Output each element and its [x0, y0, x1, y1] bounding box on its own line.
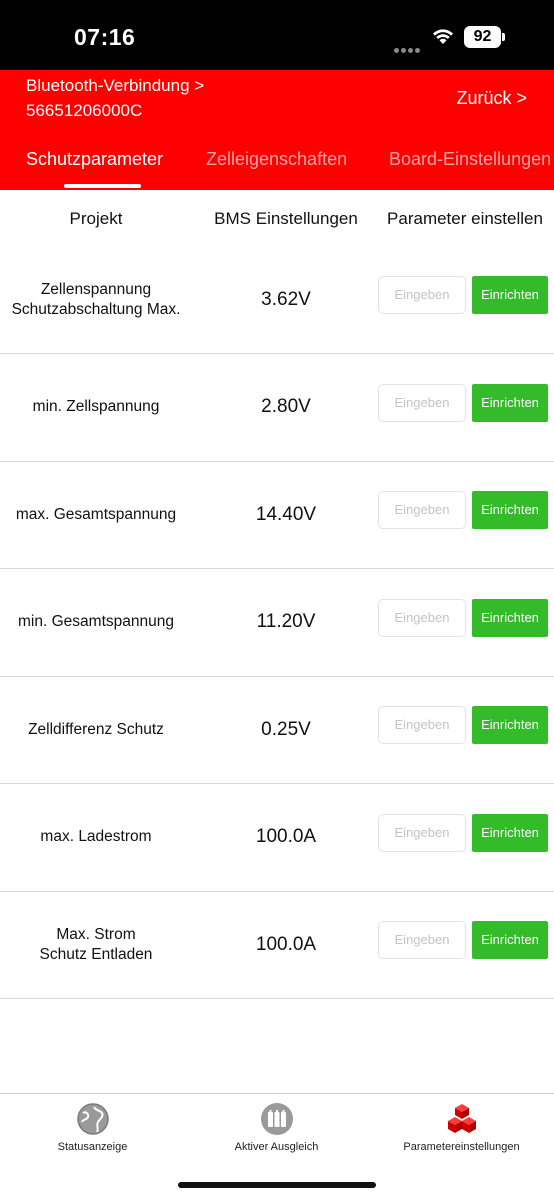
table-row: max. Gesamtspannung 14.40V Eingeben Einr…: [0, 461, 554, 569]
parameter-input[interactable]: Eingeben: [378, 598, 466, 637]
column-header-bms: BMS Einstellungen: [214, 209, 358, 228]
nav-statusanzeige[interactable]: Statusanzeige: [0, 1094, 185, 1164]
parameter-name: Max. Strom Schutz Entladen: [39, 925, 153, 963]
table-row: Zelldifferenz Schutz 0.25V Eingeben Einr…: [0, 676, 554, 784]
nav-label: Aktiver Ausgleich: [234, 1141, 319, 1153]
wifi-icon: [433, 29, 453, 44]
status-bar: 07:16 92: [0, 0, 554, 70]
parameter-input[interactable]: Eingeben: [378, 706, 466, 744]
parameter-name: Zellenspannung Schutzabschaltung Max.: [11, 280, 181, 318]
parameter-input[interactable]: Eingeben: [378, 813, 466, 852]
battery-level: 92: [464, 26, 501, 48]
table-row: Max. Strom Schutz Entladen 100.0A Eingeb…: [0, 891, 554, 999]
parameter-input[interactable]: Eingeben: [378, 921, 466, 959]
apply-button[interactable]: Einrichten: [472, 598, 548, 637]
battery-pack-icon: [260, 1103, 293, 1135]
parameter-input[interactable]: Eingeben: [378, 491, 466, 529]
signal-dots-icon: [394, 40, 424, 53]
cubes-icon: [447, 1104, 476, 1133]
apply-button[interactable]: Einrichten: [472, 813, 548, 852]
active-tab-indicator: [64, 184, 141, 188]
nav-parametereinstellungen[interactable]: Parametereinstellungen: [369, 1094, 554, 1164]
device-id[interactable]: 56651206000C: [26, 101, 142, 121]
parameter-value: 14.40V: [255, 503, 317, 525]
parameter-name: max. Ladestrom: [40, 828, 152, 845]
table-row: max. Ladestrom 100.0A Eingeben Einrichte…: [0, 784, 554, 892]
table-row: min. Zellspannung 2.80V Eingeben Einrich…: [0, 354, 554, 462]
table-header: Projekt BMS Einstellungen Parameter eins…: [0, 190, 554, 248]
column-header-projekt: Projekt: [69, 209, 123, 228]
battery-icon: 92: [464, 26, 506, 48]
nav-aktiver-ausgleich[interactable]: Aktiver Ausgleich: [184, 1094, 369, 1164]
parameter-input[interactable]: Eingeben: [378, 383, 466, 422]
bluetooth-connection-link[interactable]: Bluetooth-Verbindung >: [26, 76, 204, 96]
parameter-value: 100.0A: [255, 826, 317, 847]
tab-board-einstellungen[interactable]: Board-Einstellungen: [389, 148, 551, 190]
app-header: Bluetooth-Verbindung > 56651206000C Zurü…: [0, 70, 554, 190]
table-row: min. Gesamtspannung 11.20V Eingeben Einr…: [0, 569, 554, 677]
parameter-name: max. Gesamtspannung: [15, 505, 177, 523]
apply-button[interactable]: Einrichten: [472, 276, 548, 314]
parameter-value: 100.0A: [255, 933, 317, 955]
globe-icon: [76, 1103, 109, 1135]
parameter-value: 2.80V: [261, 396, 311, 417]
parameter-value: 0.25V: [261, 718, 311, 740]
apply-button[interactable]: Einrichten: [472, 921, 548, 959]
table-row: Zellenspannung Schutzabschaltung Max. 3.…: [0, 246, 554, 354]
apply-button[interactable]: Einrichten: [472, 706, 548, 744]
back-button[interactable]: Zurück >: [456, 88, 527, 109]
nav-label: Statusanzeige: [57, 1141, 128, 1153]
apply-button[interactable]: Einrichten: [472, 491, 548, 529]
tab-zelleigenschaften[interactable]: Zelleigenschaften: [206, 148, 347, 190]
status-time: 07:16: [74, 24, 136, 50]
parameter-input[interactable]: Eingeben: [378, 276, 466, 314]
column-header-parameter: Parameter einstellen: [387, 209, 543, 228]
home-indicator[interactable]: [178, 1182, 376, 1188]
parameter-value: 11.20V: [256, 611, 316, 632]
apply-button[interactable]: Einrichten: [472, 383, 548, 422]
nav-label: Parametereinstellungen: [403, 1141, 520, 1153]
parameter-name: min. Zellspannung: [32, 398, 160, 415]
parameter-value: 3.62V: [261, 288, 311, 310]
parameter-name: min. Gesamtspannung: [18, 613, 174, 630]
parameter-name: Zelldifferenz Schutz: [28, 720, 164, 738]
